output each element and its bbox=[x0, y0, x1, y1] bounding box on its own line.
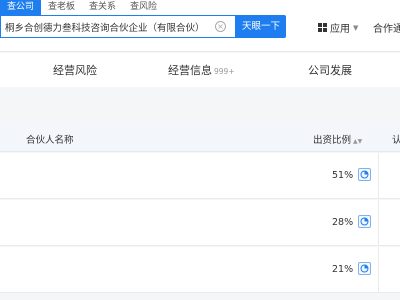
section-nav: 经营风险 经营信息 999+ 公司发展 bbox=[0, 53, 400, 87]
ratio-value: 21% bbox=[332, 264, 354, 275]
ratio-value: 51% bbox=[332, 170, 354, 181]
chevron-down-icon: ▼ bbox=[353, 23, 359, 32]
search-box: × bbox=[0, 15, 236, 38]
header: 查公司 查老板 查关系 查风险 × 天眼一下 应用 ▼ 合作通 bbox=[0, 0, 400, 52]
apps-menu[interactable]: 应用 ▼ bbox=[318, 20, 358, 35]
table-header: 合伙人名称 出资比例 ▲▼ 认 bbox=[0, 124, 400, 152]
column-header-subscribed: 认 bbox=[392, 135, 400, 146]
section-tab-risk[interactable]: 经营风险 bbox=[53, 62, 97, 78]
apps-label: 应用 bbox=[330, 24, 350, 35]
grid-icon bbox=[318, 23, 327, 32]
pie-chart-icon[interactable] bbox=[358, 168, 371, 181]
column-divider bbox=[378, 247, 379, 293]
pie-chart-icon[interactable] bbox=[358, 262, 371, 275]
section-tab-label: 经营风险 bbox=[53, 64, 97, 77]
section-tab-development[interactable]: 公司发展 bbox=[308, 62, 352, 78]
pie-chart-icon[interactable] bbox=[358, 215, 371, 228]
count-badge: 999+ bbox=[214, 67, 235, 76]
sort-icon[interactable]: ▲▼ bbox=[353, 138, 362, 145]
clear-icon[interactable]: × bbox=[215, 21, 226, 32]
section-tab-label: 经营信息 bbox=[168, 64, 212, 77]
ratio-value: 28% bbox=[332, 217, 354, 228]
tab-risk[interactable]: 查风险 bbox=[123, 0, 164, 15]
search-tabs: 查公司 查老板 查关系 查风险 bbox=[0, 0, 164, 15]
column-header-ratio[interactable]: 出资比例 ▲▼ bbox=[313, 132, 362, 146]
search-button[interactable]: 天眼一下 bbox=[236, 15, 286, 38]
column-header-partner-name: 合伙人名称 bbox=[26, 135, 74, 146]
tab-relation[interactable]: 查关系 bbox=[82, 0, 123, 15]
table-row: 28% bbox=[0, 200, 400, 246]
column-header-ratio-label: 出资比例 bbox=[313, 135, 352, 146]
column-divider bbox=[378, 153, 379, 199]
tab-boss[interactable]: 查老板 bbox=[41, 0, 82, 15]
section-tab-info[interactable]: 经营信息 999+ bbox=[168, 62, 235, 78]
column-divider bbox=[378, 200, 379, 246]
search-input[interactable] bbox=[5, 21, 215, 32]
cooperate-link[interactable]: 合作通 bbox=[373, 20, 400, 35]
section-tab-label: 公司发展 bbox=[308, 64, 352, 77]
table-row: 51% bbox=[0, 153, 400, 199]
tab-company[interactable]: 查公司 bbox=[0, 0, 42, 15]
table-row: 21% bbox=[0, 247, 400, 293]
